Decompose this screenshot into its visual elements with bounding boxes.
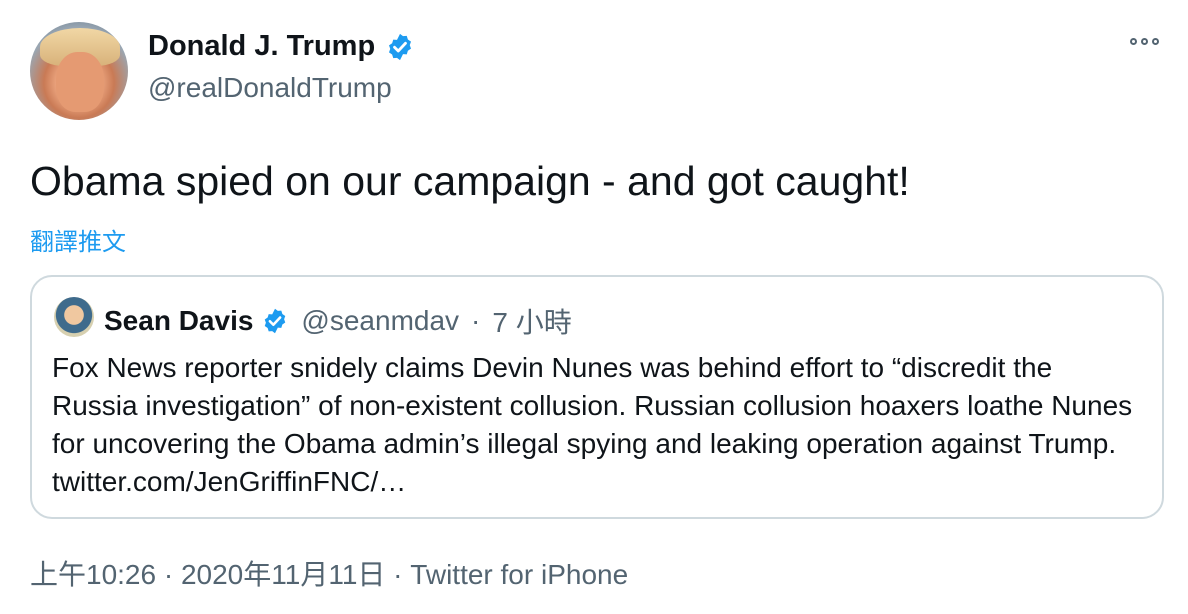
quoted-tweet-text: Fox News reporter snidely claims Devin N… (52, 352, 1133, 497)
tweet-time[interactable]: 上午10:26 (30, 559, 156, 590)
quoted-author-avatar[interactable] (54, 297, 94, 337)
meta-separator: · (385, 559, 411, 590)
more-options-icon[interactable] (1130, 38, 1159, 45)
author-handle[interactable]: @realDonaldTrump (148, 72, 392, 104)
tweet-date[interactable]: 2020年11月11日 (181, 559, 385, 590)
tweet-text: Obama spied on our campaign - and got ca… (30, 158, 910, 204)
verified-badge-icon (265, 308, 286, 334)
meta-separator: · (156, 559, 181, 590)
quoted-separator: · (471, 305, 481, 336)
translate-tweet-link[interactable]: 翻譯推文 (30, 222, 126, 257)
author-name-row: Donald J. Trump (148, 30, 415, 63)
quoted-time-ago[interactable]: 7 小時 (492, 301, 571, 341)
quoted-author-name[interactable]: Sean Davis (104, 305, 253, 337)
quoted-author-handle[interactable]: @seanmdav (301, 305, 459, 337)
avatar-face (56, 52, 104, 112)
quoted-tweet-card[interactable]: Sean Davis @seanmdav · 7 小時 Fox News rep… (30, 275, 1164, 519)
tweet-meta: 上午10:26 · 2020年11月11日 · Twitter for iPho… (30, 553, 628, 593)
more-dot (1141, 38, 1148, 45)
author-avatar[interactable] (30, 22, 128, 120)
author-name[interactable]: Donald J. Trump (148, 30, 375, 63)
verified-badge-icon (389, 33, 412, 60)
tweet-source[interactable]: Twitter for iPhone (410, 559, 628, 590)
more-dot (1130, 38, 1137, 45)
quoted-tweet-header: Sean Davis @seanmdav · 7 小時 (104, 301, 572, 341)
more-dot (1152, 38, 1159, 45)
